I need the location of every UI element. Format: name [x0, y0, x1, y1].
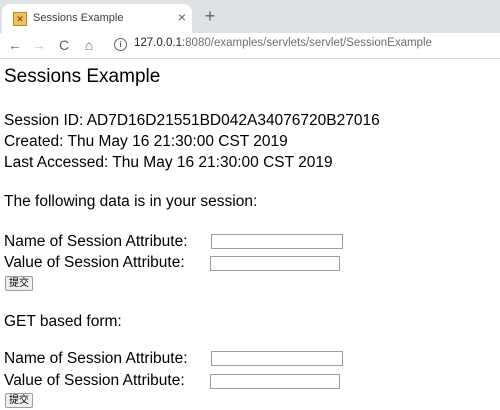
new-tab-icon[interactable]: +	[200, 6, 220, 26]
session-data-heading: The following data is in your session:	[4, 193, 258, 210]
address-bar[interactable]: i 127.0.0.1:8080/examples/servlets/servl…	[108, 35, 500, 55]
get-form-heading: GET based form:	[4, 313, 122, 330]
get-name-label: Name of Session Attribute:	[4, 350, 188, 367]
post-submit-button[interactable]: 提交	[5, 276, 33, 291]
get-name-input[interactable]	[211, 351, 343, 366]
session-created: Created: Thu May 16 21:30:00 CST 2019	[4, 133, 288, 150]
post-value-input[interactable]	[210, 256, 340, 271]
page-title: Sessions Example	[4, 66, 161, 87]
post-name-label: Name of Session Attribute:	[4, 233, 188, 250]
home-icon[interactable]: ⌂	[80, 36, 98, 54]
get-value-label: Value of Session Attribute:	[4, 372, 185, 389]
url-host: 127.0.0.1	[134, 37, 182, 49]
info-icon[interactable]: i	[114, 38, 127, 51]
tab-title: Sessions Example	[33, 12, 124, 24]
post-name-input[interactable]	[211, 234, 343, 249]
tomcat-favicon-icon: ✕	[13, 12, 27, 26]
tab-strip: ✕ Sessions Example × +	[0, 0, 500, 33]
forward-icon[interactable]: →	[30, 36, 48, 54]
url-text[interactable]: 127.0.0.1:8080/examples/servlets/servlet…	[134, 37, 432, 49]
post-value-label: Value of Session Attribute:	[4, 254, 185, 271]
get-submit-button[interactable]: 提交	[5, 393, 33, 408]
browser-toolbar: ← → C ⌂ i 127.0.0.1:8080/examples/servle…	[0, 33, 500, 59]
url-path: :8080/examples/servlets/servlet/SessionE…	[181, 37, 432, 49]
get-value-input[interactable]	[210, 374, 340, 389]
back-icon[interactable]: ←	[6, 36, 24, 54]
browser-chrome: ✕ Sessions Example × + ← → C ⌂ i 127.0.0…	[0, 0, 500, 59]
reload-icon[interactable]: C	[55, 36, 73, 54]
close-tab-icon[interactable]: ×	[174, 9, 190, 25]
session-last-accessed: Last Accessed: Thu May 16 21:30:00 CST 2…	[4, 154, 333, 171]
tab-sessions-example[interactable]: ✕ Sessions Example ×	[2, 4, 192, 33]
session-id: Session ID: AD7D16D21551BD042A34076720B2…	[4, 112, 380, 129]
